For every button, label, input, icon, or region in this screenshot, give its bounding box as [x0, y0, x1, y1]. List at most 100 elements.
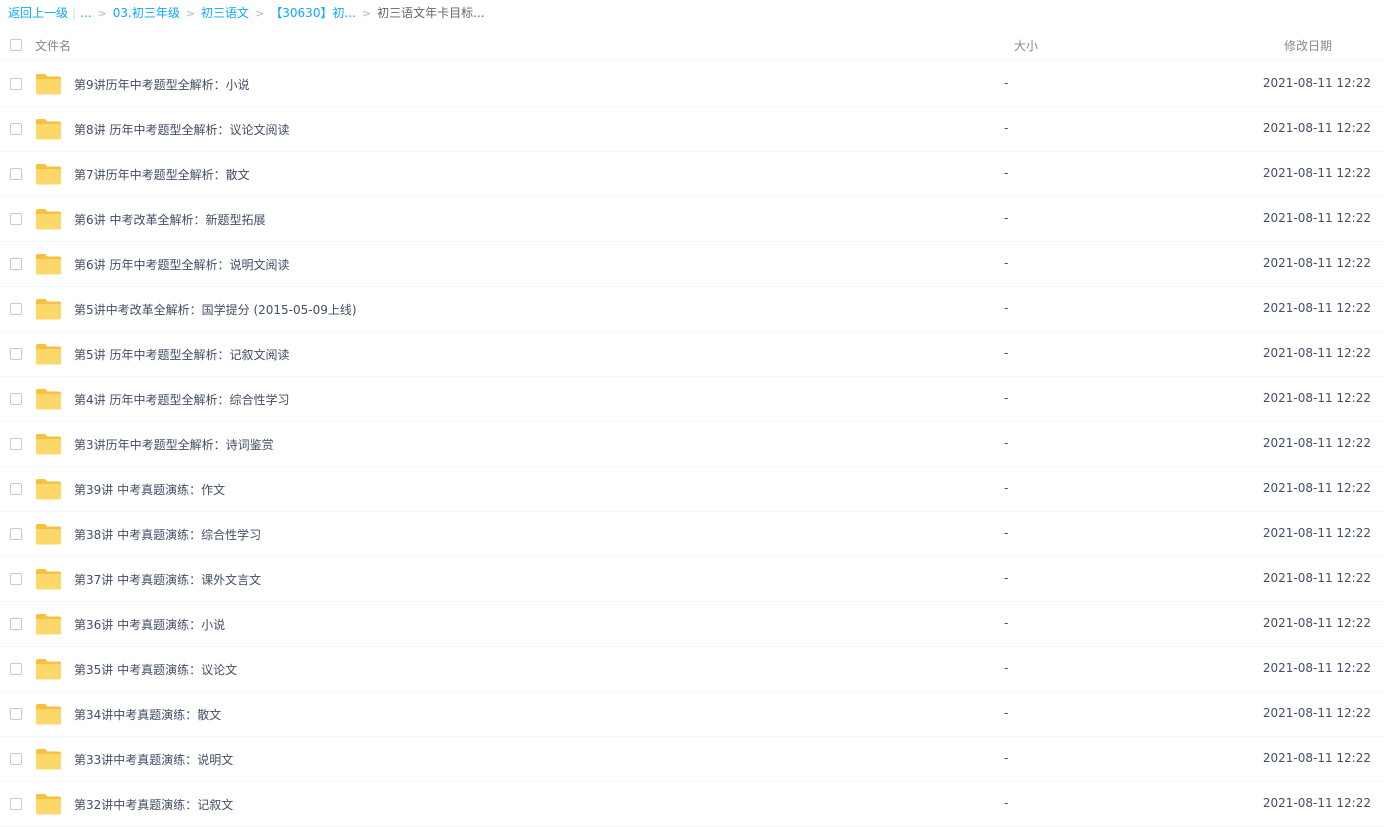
folder-icon[interactable] [35, 523, 62, 545]
back-link[interactable]: 返回上一级 [8, 6, 68, 20]
file-modified-date: 2021-08-11 12:22 [1262, 571, 1371, 585]
folder-icon[interactable] [35, 433, 62, 455]
file-name-link[interactable]: 第33讲中考真题演练：说明文 [74, 751, 233, 768]
file-row[interactable]: 第4讲 历年中考题型全解析：综合性学习 - 2021-08-11 12:22 [0, 377, 1384, 422]
file-name-link[interactable]: 第38讲 中考真题演练：综合性学习 [74, 526, 261, 543]
row-checkbox[interactable] [10, 483, 22, 495]
folder-icon[interactable] [35, 568, 62, 590]
file-row[interactable]: 第39讲 中考真题演练：作文 - 2021-08-11 12:22 [0, 467, 1384, 512]
folder-icon[interactable] [35, 163, 62, 185]
row-checkbox[interactable] [10, 753, 22, 765]
breadcrumb-current: 初三语文年卡目标... [377, 6, 485, 20]
folder-icon[interactable] [35, 613, 62, 635]
row-checkbox[interactable] [10, 168, 22, 180]
file-name-link[interactable]: 第7讲历年中考题型全解析：散文 [74, 166, 250, 183]
file-row[interactable]: 第5讲 历年中考题型全解析：记叙文阅读 - 2021-08-11 12:22 [0, 332, 1384, 377]
file-row[interactable]: 第32讲中考真题演练：记叙文 - 2021-08-11 12:22 [0, 782, 1384, 827]
folder-icon[interactable] [35, 343, 62, 365]
file-row[interactable]: 第6讲 历年中考题型全解析：说明文阅读 - 2021-08-11 12:22 [0, 242, 1384, 287]
file-modified-date: 2021-08-11 12:22 [1262, 211, 1371, 225]
folder-icon[interactable] [35, 298, 62, 320]
select-all-checkbox[interactable] [10, 39, 22, 51]
file-size: - [1004, 481, 1009, 495]
file-name-link[interactable]: 第9讲历年中考题型全解析：小说 [74, 76, 250, 93]
row-checkbox[interactable] [10, 438, 22, 450]
file-row[interactable]: 第36讲 中考真题演练：小说 - 2021-08-11 12:22 [0, 602, 1384, 647]
breadcrumb-item-grade[interactable]: 03.初三年级 [113, 6, 180, 20]
file-row[interactable]: 第8讲 历年中考题型全解析：议论文阅读 - 2021-08-11 12:22 [0, 107, 1384, 152]
breadcrumb-ellipsis[interactable]: ... [80, 6, 91, 20]
row-checkbox[interactable] [10, 573, 22, 585]
file-name-link[interactable]: 第35讲 中考真题演练：议论文 [74, 661, 237, 678]
folder-icon[interactable] [35, 748, 62, 770]
breadcrumb: 返回上一级 |... >03.初三年级 > 初三语文 > 【30630】初... > 初三语文年… [8, 5, 485, 21]
file-modified-date: 2021-08-11 12:22 [1262, 526, 1371, 540]
row-checkbox[interactable] [10, 123, 22, 135]
file-name-link[interactable]: 第5讲 历年中考题型全解析：记叙文阅读 [74, 346, 289, 363]
file-name-link[interactable]: 第36讲 中考真题演练：小说 [74, 616, 225, 633]
row-checkbox[interactable] [10, 663, 22, 675]
column-header-size[interactable]: 大小 [1014, 37, 1038, 54]
file-list-header: 文件名 大小 修改日期 [0, 28, 1384, 61]
file-row[interactable]: 第34讲中考真题演练：散文 - 2021-08-11 12:22 [0, 692, 1384, 737]
folder-icon[interactable] [35, 118, 62, 140]
file-row[interactable]: 第37讲 中考真题演练：课外文言文 - 2021-08-11 12:22 [0, 557, 1384, 602]
column-header-name[interactable]: 文件名 [35, 37, 71, 54]
row-checkbox[interactable] [10, 618, 22, 630]
row-checkbox[interactable] [10, 348, 22, 360]
file-row[interactable]: 第38讲 中考真题演练：综合性学习 - 2021-08-11 12:22 [0, 512, 1384, 557]
folder-icon[interactable] [35, 253, 62, 275]
breadcrumb-divider: | [72, 6, 77, 20]
file-name-link[interactable]: 第34讲中考真题演练：散文 [74, 706, 221, 723]
folder-icon[interactable] [35, 388, 62, 410]
file-size: - [1004, 346, 1009, 360]
file-name-link[interactable]: 第5讲中考改革全解析：国学提分 (2015-05-09上线) [74, 301, 357, 318]
folder-icon[interactable] [35, 658, 62, 680]
column-header-modified[interactable]: 修改日期 [1284, 37, 1332, 54]
file-modified-date: 2021-08-11 12:22 [1262, 256, 1371, 270]
breadcrumb-item-subject[interactable]: 初三语文 [201, 6, 249, 20]
row-checkbox[interactable] [10, 78, 22, 90]
file-size: - [1004, 211, 1009, 225]
file-row[interactable]: 第35讲 中考真题演练：议论文 - 2021-08-11 12:22 [0, 647, 1384, 692]
row-checkbox[interactable] [10, 798, 22, 810]
file-size: - [1004, 76, 1009, 90]
row-checkbox[interactable] [10, 393, 22, 405]
file-row[interactable]: 第33讲中考真题演练：说明文 - 2021-08-11 12:22 [0, 737, 1384, 782]
file-row[interactable]: 第5讲中考改革全解析：国学提分 (2015-05-09上线) - 2021-08-1… [0, 287, 1384, 332]
file-row[interactable]: 第6讲 中考改革全解析：新题型拓展 - 2021-08-11 12:22 [0, 197, 1384, 242]
file-row[interactable]: 第9讲历年中考题型全解析：小说 - 2021-08-11 12:22 [0, 62, 1384, 107]
file-size: - [1004, 256, 1009, 270]
row-checkbox[interactable] [10, 303, 22, 315]
folder-icon[interactable] [35, 73, 62, 95]
file-size: - [1004, 436, 1009, 450]
file-name-link[interactable]: 第37讲 中考真题演练：课外文言文 [74, 571, 261, 588]
folder-icon[interactable] [35, 793, 62, 815]
file-size: - [1004, 616, 1009, 630]
row-checkbox[interactable] [10, 258, 22, 270]
folder-icon[interactable] [35, 703, 62, 725]
breadcrumb-item-course[interactable]: 【30630】初... [270, 6, 356, 20]
file-row[interactable]: 第7讲历年中考题型全解析：散文 - 2021-08-11 12:22 [0, 152, 1384, 197]
file-name-link[interactable]: 第39讲 中考真题演练：作文 [74, 481, 225, 498]
file-name-link[interactable]: 第6讲 中考改革全解析：新题型拓展 [74, 211, 265, 228]
file-modified-date: 2021-08-11 12:22 [1262, 751, 1371, 765]
file-name-link[interactable]: 第4讲 历年中考题型全解析：综合性学习 [74, 391, 289, 408]
file-row[interactable]: 第3讲历年中考题型全解析：诗词鉴赏 - 2021-08-11 12:22 [0, 422, 1384, 467]
row-checkbox[interactable] [10, 213, 22, 225]
chevron-right-icon: > [185, 7, 196, 20]
file-modified-date: 2021-08-11 12:22 [1262, 166, 1371, 180]
row-checkbox[interactable] [10, 708, 22, 720]
folder-icon[interactable] [35, 478, 62, 500]
file-size: - [1004, 751, 1009, 765]
file-name-link[interactable]: 第3讲历年中考题型全解析：诗词鉴赏 [74, 436, 274, 453]
file-size: - [1004, 121, 1009, 135]
file-name-link[interactable]: 第8讲 历年中考题型全解析：议论文阅读 [74, 121, 289, 138]
file-modified-date: 2021-08-11 12:22 [1262, 391, 1371, 405]
file-modified-date: 2021-08-11 12:22 [1262, 616, 1371, 630]
file-modified-date: 2021-08-11 12:22 [1262, 301, 1371, 315]
file-name-link[interactable]: 第6讲 历年中考题型全解析：说明文阅读 [74, 256, 289, 273]
file-name-link[interactable]: 第32讲中考真题演练：记叙文 [74, 796, 233, 813]
folder-icon[interactable] [35, 208, 62, 230]
row-checkbox[interactable] [10, 528, 22, 540]
